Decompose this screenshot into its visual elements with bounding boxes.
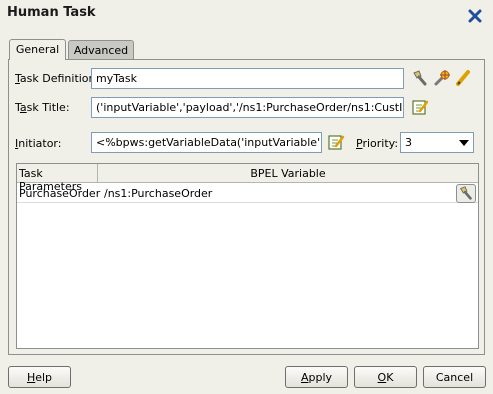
close-icon[interactable] xyxy=(467,8,483,24)
general-panel: Task Definition: myTask Task Title: ('in… xyxy=(8,59,485,355)
tab-advanced[interactable]: Advanced xyxy=(68,40,134,60)
task-definition-label: Task Definition: xyxy=(15,72,100,85)
table-cell-param[interactable]: PurchaseOrder xyxy=(19,187,100,200)
expression-builder-icon[interactable] xyxy=(411,98,429,116)
tab-general[interactable]: General xyxy=(9,39,66,60)
task-title-field[interactable]: ('inputVariable','payload','/ns1:Purchas… xyxy=(91,97,404,118)
priority-value: 3 xyxy=(405,136,412,149)
cancel-button[interactable]: Cancel xyxy=(423,366,486,388)
task-definition-field[interactable]: myTask xyxy=(91,68,404,89)
expression-builder-icon[interactable] xyxy=(327,133,345,151)
browse-variable-icon xyxy=(460,186,472,200)
priority-select[interactable]: 3 xyxy=(400,132,474,153)
apply-button[interactable]: Apply xyxy=(285,366,348,388)
initiator-label: Initiator: xyxy=(15,137,62,150)
flashlight-icon[interactable] xyxy=(411,69,429,87)
initiator-field[interactable]: <%bpws:getVariableData('inputVariable','… xyxy=(91,132,322,153)
browse-variable-button[interactable] xyxy=(456,184,476,203)
column-header-bpel-variable[interactable]: BPEL Variable xyxy=(98,164,478,183)
column-header-task-parameters[interactable]: Task Parameters xyxy=(17,164,98,193)
help-button[interactable]: Help xyxy=(8,366,71,388)
edit-icon[interactable] xyxy=(455,69,473,87)
ok-button[interactable]: OK xyxy=(354,366,417,388)
task-parameters-table: Task Parameters BPEL Variable PurchaseOr… xyxy=(16,163,479,349)
priority-label: Priority: xyxy=(356,137,399,150)
row-divider xyxy=(17,202,478,203)
table-cell-variable[interactable]: /ns1:PurchaseOrder xyxy=(104,187,212,200)
task-title-label: Task Title: xyxy=(15,101,70,114)
window-title: Human Task xyxy=(7,5,96,20)
chevron-down-icon xyxy=(459,140,469,146)
create-icon[interactable] xyxy=(433,69,451,87)
